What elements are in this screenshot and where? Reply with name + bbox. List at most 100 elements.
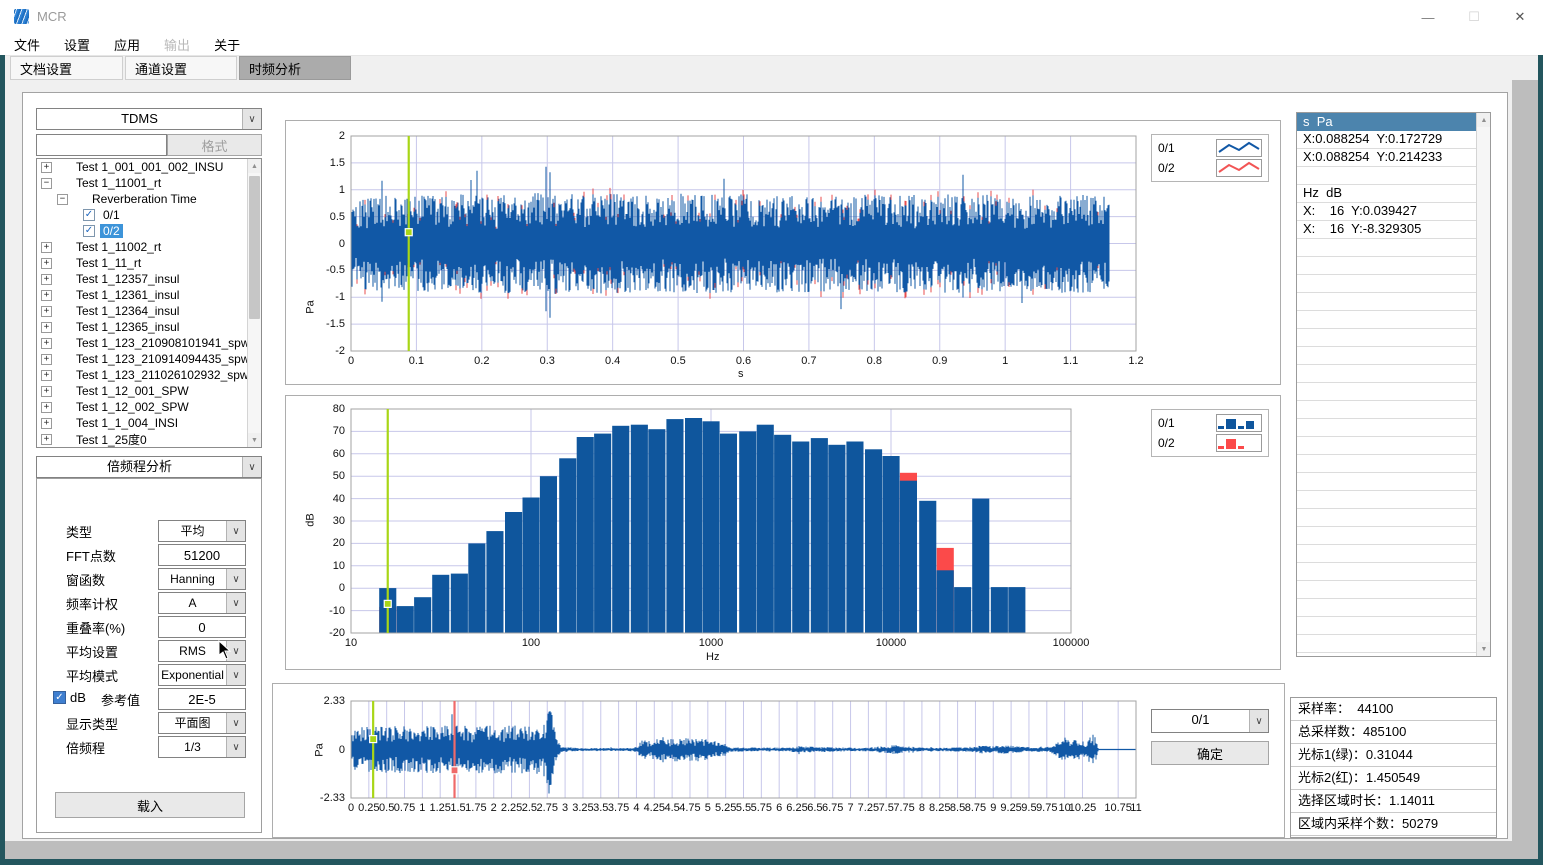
- scroll-down-icon[interactable]: ▼: [1477, 642, 1491, 656]
- tree-item-label[interactable]: Test 1_11002_rt: [73, 240, 164, 254]
- collapse-icon[interactable]: −: [41, 178, 52, 189]
- tree-item-label[interactable]: Test 1_11001_rt: [73, 176, 164, 190]
- expand-icon[interactable]: +: [41, 322, 52, 333]
- menu-item-4[interactable]: 关于: [214, 35, 240, 54]
- cursor-readout-row[interactable]: [1297, 509, 1476, 527]
- expand-icon[interactable]: +: [41, 370, 52, 381]
- scroll-down-icon[interactable]: ▼: [248, 433, 261, 447]
- cursor-readout-row[interactable]: [1297, 167, 1476, 185]
- tree-item-label[interactable]: 0/1: [100, 208, 123, 222]
- cursor-readout-row[interactable]: Hz dB: [1297, 185, 1476, 203]
- maximize-button[interactable]: ☐: [1457, 6, 1491, 28]
- menu-item-1[interactable]: 设置: [64, 35, 90, 54]
- tree-item[interactable]: + Test 1_11002_rt: [37, 239, 261, 255]
- cursor-readout-row[interactable]: [1297, 581, 1476, 599]
- tree-item[interactable]: ✓ 0/1: [37, 207, 261, 223]
- tree-item[interactable]: +Test 1_12_001_SPW: [37, 383, 261, 399]
- tree-checkbox[interactable]: ✓: [83, 209, 95, 221]
- analysis-type-select[interactable]: 倍频程分析 ∨: [36, 456, 262, 478]
- tab-0[interactable]: 文档设置: [10, 56, 123, 80]
- file-format-select[interactable]: TDMS ∨: [36, 108, 262, 130]
- expand-icon[interactable]: +: [41, 290, 52, 301]
- tree-item[interactable]: +Test 1_123_210908101941_spw: [37, 335, 261, 351]
- tree-item-label[interactable]: 0/2: [100, 224, 123, 238]
- expand-icon[interactable]: +: [41, 402, 52, 413]
- collapse-icon[interactable]: −: [57, 194, 68, 205]
- expand-icon[interactable]: +: [41, 162, 52, 173]
- tree-item-label[interactable]: Test 1_11_rt: [73, 256, 144, 270]
- menu-item-0[interactable]: 文件: [14, 35, 40, 54]
- cursor-readout-row[interactable]: X:0.088254 Y:0.214233: [1297, 149, 1476, 167]
- menu-item-2[interactable]: 应用: [114, 35, 140, 54]
- cursor-readout-row[interactable]: [1297, 329, 1476, 347]
- cursor-readout-header[interactable]: s Pa: [1297, 113, 1476, 131]
- cursor-readout-row[interactable]: [1297, 383, 1476, 401]
- cursor-readout-row[interactable]: [1297, 419, 1476, 437]
- tree-item[interactable]: + Test 1_123_211026102932_spw: [37, 367, 261, 383]
- setting-select-freq-weighting[interactable]: A∨: [158, 592, 246, 614]
- setting-input-reference[interactable]: [158, 688, 246, 710]
- tree-item-label[interactable]: Test 1_12365_insul: [73, 320, 182, 334]
- setting-select-window-function[interactable]: Hanning∨: [158, 568, 246, 590]
- tree-item-label[interactable]: Test 1_12_002_SPW: [73, 400, 192, 414]
- setting-input-overlap[interactable]: [158, 616, 246, 638]
- load-button[interactable]: 载入: [55, 792, 245, 818]
- tree-item[interactable]: + Test 1_12361_insul: [37, 287, 261, 303]
- expand-icon[interactable]: +: [41, 306, 52, 317]
- tree-item[interactable]: + Test 1_25度0: [37, 431, 261, 447]
- tab-2[interactable]: 时频分析: [239, 56, 351, 80]
- tree-item-label[interactable]: Test 1_001_001_002_INSU: [73, 160, 226, 174]
- setting-input-fft-points[interactable]: [158, 544, 246, 566]
- tree-item[interactable]: ✓0/2: [37, 223, 261, 239]
- file-tree[interactable]: +Test 1_001_001_002_INSU−Test 1_11001_rt…: [36, 158, 262, 448]
- tree-item[interactable]: + Test 1_12357_insul: [37, 271, 261, 287]
- expand-icon[interactable]: +: [41, 434, 52, 445]
- expand-icon[interactable]: +: [41, 242, 52, 253]
- cursor-readout-row[interactable]: [1297, 347, 1476, 365]
- tree-item-label[interactable]: Test 1_12364_insul: [73, 304, 182, 318]
- tree-item[interactable]: − Reverberation Time: [37, 191, 261, 207]
- tree-item-label[interactable]: Test 1_123_211026102932_spw: [73, 368, 252, 382]
- tree-item[interactable]: + Test 1_11_rt: [37, 255, 261, 271]
- filter-input[interactable]: [36, 134, 167, 156]
- db-checkbox[interactable]: ✓: [53, 691, 66, 704]
- cursor-readout-row[interactable]: [1297, 293, 1476, 311]
- tree-item[interactable]: + Test 1_12364_insul: [37, 303, 261, 319]
- tree-item-label[interactable]: Test 1_12361_insul: [73, 288, 182, 302]
- setting-select-avg-setting[interactable]: RMS∨: [158, 640, 246, 662]
- scroll-up-icon[interactable]: ▲: [1477, 113, 1491, 127]
- tab-1[interactable]: 通道设置: [125, 56, 237, 80]
- cursor-readout-row[interactable]: X: 16 Y:-8.329305: [1297, 221, 1476, 239]
- tree-item[interactable]: + Test 1_12_002_SPW: [37, 399, 261, 415]
- cursor-readout-row[interactable]: X:0.088254 Y:0.172729: [1297, 131, 1476, 149]
- cursor-readout-row[interactable]: [1297, 545, 1476, 563]
- cursor-readout-row[interactable]: [1297, 365, 1476, 383]
- tree-item-label[interactable]: Test 1_25度0: [73, 431, 150, 448]
- readout-scrollbar[interactable]: ▲ ▼: [1476, 113, 1491, 656]
- cursor-readout-row[interactable]: [1297, 257, 1476, 275]
- tree-item-label[interactable]: Test 1_12357_insul: [73, 272, 182, 286]
- tree-item-label[interactable]: Test 1_12_001_SPW: [73, 384, 192, 398]
- cursor-readout-row[interactable]: [1297, 437, 1476, 455]
- cursor-readout-row[interactable]: [1297, 653, 1476, 657]
- cursor-readout-row[interactable]: X: 16 Y:0.039427: [1297, 203, 1476, 221]
- setting-select-display-type[interactable]: 平面图∨: [158, 712, 246, 734]
- expand-icon[interactable]: +: [41, 258, 52, 269]
- cursor-readout-row[interactable]: [1297, 527, 1476, 545]
- cursor-readout-row[interactable]: [1297, 239, 1476, 257]
- expand-icon[interactable]: +: [41, 418, 52, 429]
- cursor-readout-row[interactable]: [1297, 599, 1476, 617]
- cursor-readout-row[interactable]: [1297, 311, 1476, 329]
- tree-item-label[interactable]: Reverberation Time: [89, 192, 200, 206]
- minimize-button[interactable]: —: [1411, 6, 1445, 28]
- expand-icon[interactable]: +: [41, 274, 52, 285]
- setting-select-octave-fraction[interactable]: 1/3∨: [158, 736, 246, 758]
- tree-item[interactable]: +Test 1_123_210914094435_spw: [37, 351, 261, 367]
- tree-item-label[interactable]: Test 1_1_004_INSI: [73, 416, 181, 430]
- tree-item[interactable]: + Test 1_001_001_002_INSU: [37, 159, 261, 175]
- cursor-readout-row[interactable]: [1297, 455, 1476, 473]
- cursor-readout-row[interactable]: [1297, 563, 1476, 581]
- tree-item[interactable]: + Test 1_12365_insul: [37, 319, 261, 335]
- tree-item[interactable]: + Test 1_1_004_INSI: [37, 415, 261, 431]
- tree-item-label[interactable]: Test 1_123_210914094435_spw: [73, 352, 252, 366]
